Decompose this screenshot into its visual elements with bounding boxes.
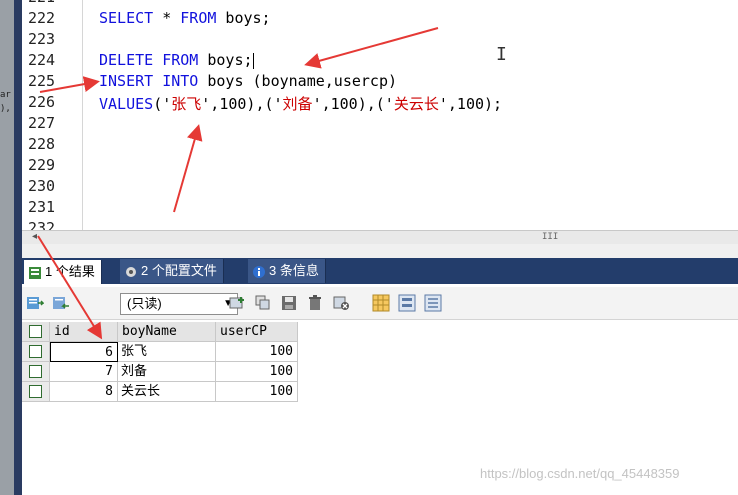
checkbox[interactable]	[29, 365, 42, 378]
line-number: 227	[28, 114, 56, 132]
result-grid[interactable]: id boyName userCP 6 张飞 100 7 刘备 100 8 关云…	[22, 322, 298, 406]
column-header-boyname[interactable]: boyName	[118, 322, 216, 342]
checkbox[interactable]	[29, 325, 42, 338]
tab-label: 1 个结果	[45, 264, 95, 279]
line-number: 228	[28, 135, 56, 153]
line-number: 223	[28, 30, 56, 48]
line-number: 229	[28, 156, 56, 174]
cell-boyname[interactable]: 张飞	[118, 342, 216, 362]
info-icon	[253, 265, 265, 278]
tab-label: 2 个配置文件	[141, 263, 217, 278]
code-text: ',	[201, 95, 220, 113]
save-icon[interactable]	[280, 294, 298, 312]
code-text: boys;	[216, 9, 271, 27]
cell-usercp[interactable]: 100	[216, 362, 298, 382]
left-window-edge	[0, 0, 14, 495]
form-view-icon[interactable]	[398, 294, 416, 312]
side-fragment-2: ),	[0, 104, 11, 114]
insert-row-icon[interactable]	[228, 294, 246, 312]
code-text: boys (boyname,usercp)	[198, 72, 398, 90]
sql-string: 张飞	[171, 95, 202, 113]
code-text: ',	[312, 95, 331, 113]
line-number: 225	[28, 72, 56, 90]
code-line-insert[interactable]: INSERT INTO boys (boyname,usercp)	[99, 72, 397, 90]
tab-profiles[interactable]: 2 个配置文件	[120, 259, 224, 283]
cell-usercp[interactable]: 100	[216, 382, 298, 402]
grid-view-icon[interactable]	[372, 294, 390, 312]
sql-keyword: FROM	[162, 51, 199, 69]
result-grid-icon	[29, 266, 41, 279]
ibeam-cursor-icon: I	[496, 44, 507, 65]
tab-label: 3 条信息	[269, 263, 319, 278]
column-header-id[interactable]: id	[50, 322, 118, 342]
line-number: 226	[28, 93, 56, 111]
import-grid-icon[interactable]	[52, 294, 70, 312]
code-text: boys;	[198, 51, 253, 69]
code-line-select[interactable]: SELECT * FROM boys;	[99, 9, 271, 27]
line-number: 221	[28, 0, 55, 6]
cancel-changes-icon[interactable]	[332, 294, 350, 312]
edit-mode-value: (只读)	[127, 296, 162, 311]
sql-keyword: FROM	[180, 9, 217, 27]
tab-results[interactable]: 1 个结果	[24, 260, 102, 284]
code-line-delete[interactable]: DELETE FROM boys;	[99, 51, 254, 69]
scrollbar-grip[interactable]: III	[542, 232, 558, 242]
cell-usercp[interactable]: 100	[216, 342, 298, 362]
watermark: https://blog.csdn.net/qq_45448359	[480, 466, 680, 481]
line-number: 222	[28, 9, 56, 27]
cell-id[interactable]: 8	[50, 382, 118, 402]
sql-string: 刘备	[282, 95, 313, 113]
row-checkbox[interactable]	[22, 342, 50, 362]
pane-splitter[interactable]	[22, 244, 738, 258]
scroll-left-icon[interactable]: ◂	[32, 231, 37, 242]
result-toolbar: (只读) ▼	[22, 287, 738, 320]
code-line-values[interactable]: VALUES('张飞',100),('刘备',100),('关云长',100);	[99, 93, 502, 114]
edit-mode-select[interactable]: (只读) ▼	[120, 293, 238, 315]
cell-id[interactable]: 7	[50, 362, 118, 382]
checkbox[interactable]	[29, 385, 42, 398]
sql-editor[interactable]: 221 222 223 224 225 226 227 228 229 230 …	[22, 0, 738, 237]
sql-number: 100	[219, 95, 247, 113]
line-number: 230	[28, 177, 56, 195]
checkbox[interactable]	[29, 345, 42, 358]
sql-keyword: DELETE	[99, 51, 154, 69]
tab-messages[interactable]: 3 条信息	[248, 259, 326, 283]
result-tab-bar: 1 个结果 2 个配置文件 3 条信息	[22, 258, 738, 284]
delete-icon[interactable]	[306, 294, 324, 312]
code-text: ),('	[246, 95, 283, 113]
sql-number: 100	[456, 95, 485, 113]
cell-id[interactable]: 6	[50, 342, 118, 362]
code-text: ),('	[357, 95, 394, 113]
duplicate-row-icon[interactable]	[254, 294, 272, 312]
sql-keyword: VALUES	[99, 95, 154, 113]
sql-number: 100	[330, 95, 358, 113]
line-number: 231	[28, 198, 56, 216]
text-view-icon[interactable]	[424, 294, 442, 312]
side-fragment-1: ar	[0, 90, 11, 100]
left-panel-border	[14, 0, 22, 495]
profile-icon	[126, 266, 136, 277]
line-number: 224	[28, 51, 56, 69]
cell-boyname[interactable]: 刘备	[118, 362, 216, 382]
sql-keyword: INSERT	[99, 72, 154, 90]
sql-keyword: INTO	[162, 72, 199, 90]
select-all-checkbox[interactable]	[22, 322, 50, 342]
sql-keyword: SELECT	[99, 9, 154, 27]
row-checkbox[interactable]	[22, 382, 50, 402]
line-number-gutter: 221 222 223 224 225 226 227 228 229 230 …	[22, 0, 83, 237]
text-caret	[252, 52, 254, 69]
column-header-usercp[interactable]: userCP	[216, 322, 298, 342]
code-text: );	[484, 95, 503, 113]
code-text: ('	[153, 95, 172, 113]
code-text: *	[153, 9, 181, 27]
cell-boyname[interactable]: 关云长	[118, 382, 216, 402]
sql-string: 关云长	[393, 95, 439, 113]
code-text: ',	[438, 95, 457, 113]
row-checkbox[interactable]	[22, 362, 50, 382]
export-grid-icon[interactable]	[26, 294, 44, 312]
